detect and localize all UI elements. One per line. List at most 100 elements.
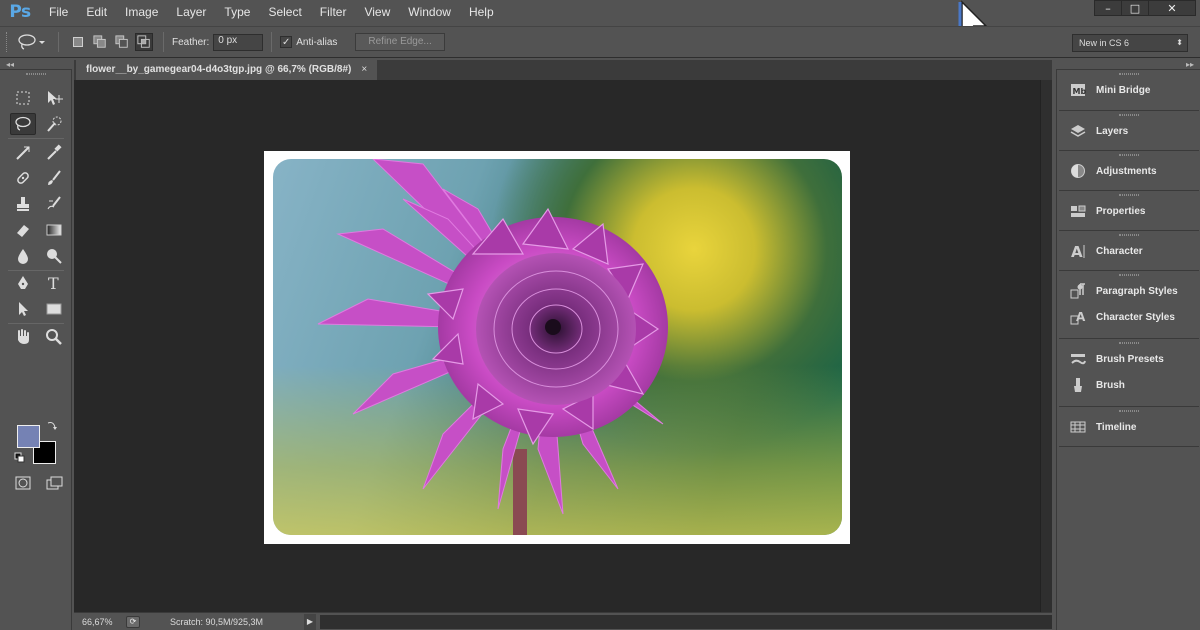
brush-icon	[48, 170, 61, 185]
default-colors-icon[interactable]	[14, 452, 26, 464]
foreground-color-swatch[interactable]	[17, 425, 40, 448]
dock-grip[interactable]	[1059, 191, 1199, 198]
options-bar: Feather: 0 px ✓ Anti-alias Refine Edge..…	[0, 26, 1200, 58]
zoom-tool[interactable]	[41, 326, 67, 348]
minimize-button[interactable]: –	[1094, 0, 1122, 16]
eyedropper-tool[interactable]	[41, 141, 67, 163]
svg-text:Mb: Mb	[1073, 87, 1087, 96]
menu-help[interactable]: Help	[460, 0, 503, 24]
rectangular-marquee-icon	[16, 91, 30, 105]
dock-grip[interactable]	[1059, 70, 1199, 77]
dock-grip[interactable]	[1059, 339, 1199, 346]
dodge-tool[interactable]	[41, 245, 67, 267]
refine-edge-button[interactable]: Refine Edge...	[355, 33, 445, 51]
menu-layer[interactable]: Layer	[167, 0, 215, 24]
feather-input[interactable]: 0 px	[213, 33, 264, 51]
panel-mini-bridge[interactable]: Mb Mini Bridge	[1059, 77, 1199, 103]
options-separator	[271, 32, 273, 52]
panel-character[interactable]: A Character	[1059, 238, 1199, 264]
vertical-scrollbar[interactable]	[1040, 80, 1052, 612]
zoom-level-field[interactable]: 66,67%	[74, 617, 118, 627]
eyedropper-icon	[47, 144, 62, 160]
menu-edit[interactable]: Edit	[77, 0, 116, 24]
clone-stamp-icon	[17, 197, 29, 211]
menu-window[interactable]: Window	[399, 0, 460, 24]
panel-timeline[interactable]: Timeline	[1059, 414, 1199, 440]
lasso-tool[interactable]	[10, 113, 36, 135]
updown-arrows-icon: ⬍	[1176, 38, 1183, 47]
rectangle-shape-icon	[46, 303, 62, 315]
rectangular-marquee-tool[interactable]	[10, 87, 36, 109]
panel-brush[interactable]: Brush	[1059, 372, 1199, 398]
dock-grip[interactable]	[1059, 231, 1199, 238]
menu-type[interactable]: Type	[215, 0, 259, 24]
workspace-select[interactable]: New in CS 6 ⬍	[1072, 34, 1188, 52]
menu-filter[interactable]: Filter	[311, 0, 356, 24]
document-tab-bar: flower__by_gamegear04-d4o3tgp.jpg @ 66,7…	[74, 60, 1052, 80]
tools-separator	[8, 138, 64, 139]
menu-image[interactable]: Image	[116, 0, 167, 24]
quick-selection-tool[interactable]	[41, 113, 67, 135]
close-button[interactable]: ✕	[1148, 0, 1196, 16]
dock-grip[interactable]	[1059, 151, 1199, 158]
path-selection-icon	[19, 302, 28, 316]
panel-paragraph-styles[interactable]: Paragraph Styles	[1059, 278, 1199, 304]
menu-view[interactable]: View	[355, 0, 399, 24]
dock-grip[interactable]	[1059, 111, 1199, 118]
spot-healing-tool[interactable]	[10, 167, 36, 189]
path-selection-tool[interactable]	[10, 298, 36, 320]
document-canvas[interactable]	[264, 151, 850, 544]
dock-group-end	[1059, 446, 1199, 447]
dock-group-mini-bridge: Mb Mini Bridge	[1059, 70, 1199, 103]
move-icon	[48, 91, 63, 105]
close-tab-icon[interactable]: ×	[361, 60, 367, 80]
panel-character-styles[interactable]: A Character Styles	[1059, 304, 1199, 330]
panel-brush-presets[interactable]: Brush Presets	[1059, 346, 1199, 372]
tool-preset-picker[interactable]	[14, 33, 48, 51]
menu-select[interactable]: Select	[259, 0, 310, 24]
options-grip[interactable]	[6, 32, 12, 52]
hand-icon	[18, 329, 29, 344]
panel-label: Character Styles	[1096, 311, 1175, 323]
add-selection-icon	[93, 35, 106, 48]
intersect-selection-button[interactable]	[135, 33, 153, 51]
status-bar: 66,67% ⟳ Scratch: 90,5M/925,3M ▶	[74, 612, 1052, 630]
tools-collapse-strip[interactable]: ◂◂	[0, 60, 72, 70]
dock-grip[interactable]	[1059, 407, 1199, 414]
menu-file[interactable]: File	[40, 0, 77, 24]
history-brush-tool[interactable]	[41, 193, 67, 215]
eraser-tool[interactable]	[10, 219, 36, 241]
status-menu-arrow-icon[interactable]: ▶	[304, 613, 316, 630]
gradient-tool[interactable]	[41, 219, 67, 241]
brush-presets-icon	[1069, 350, 1087, 368]
swap-colors-icon[interactable]	[46, 419, 58, 431]
document-tab[interactable]: flower__by_gamegear04-d4o3tgp.jpg @ 66,7…	[76, 60, 378, 80]
brush-tool[interactable]	[41, 167, 67, 189]
status-info-icon[interactable]: ⟳	[126, 615, 140, 628]
new-selection-button[interactable]	[69, 33, 87, 51]
blur-tool[interactable]	[10, 245, 36, 267]
panel-layers[interactable]: Layers	[1059, 118, 1199, 144]
horizontal-scrollbar[interactable]	[320, 614, 1052, 629]
antialias-checkbox[interactable]: ✓	[280, 36, 293, 48]
dock-grip[interactable]	[1059, 271, 1199, 278]
subtract-selection-button[interactable]	[113, 33, 131, 51]
move-tool[interactable]	[41, 87, 67, 109]
rectangle-shape-tool[interactable]	[41, 298, 67, 320]
panel-properties[interactable]: Properties	[1059, 198, 1199, 224]
double-chevron-right-icon: ▸▸	[1185, 60, 1194, 69]
crop-tool[interactable]	[10, 141, 36, 163]
type-tool[interactable]: T	[41, 272, 67, 294]
clone-stamp-tool[interactable]	[10, 193, 36, 215]
pen-tool[interactable]	[10, 272, 36, 294]
panel-label: Character	[1096, 245, 1143, 257]
tools-grip[interactable]	[0, 70, 72, 77]
hand-tool[interactable]	[10, 326, 36, 348]
panel-adjustments[interactable]: Adjustments	[1059, 158, 1199, 184]
new-selection-icon	[73, 37, 83, 47]
quick-mask-button[interactable]	[10, 472, 36, 494]
screen-mode-button[interactable]	[41, 472, 67, 494]
dock-collapse-strip[interactable]: ▸▸	[1056, 60, 1200, 70]
add-selection-button[interactable]	[91, 33, 109, 51]
maximize-button[interactable]: □	[1121, 0, 1149, 16]
